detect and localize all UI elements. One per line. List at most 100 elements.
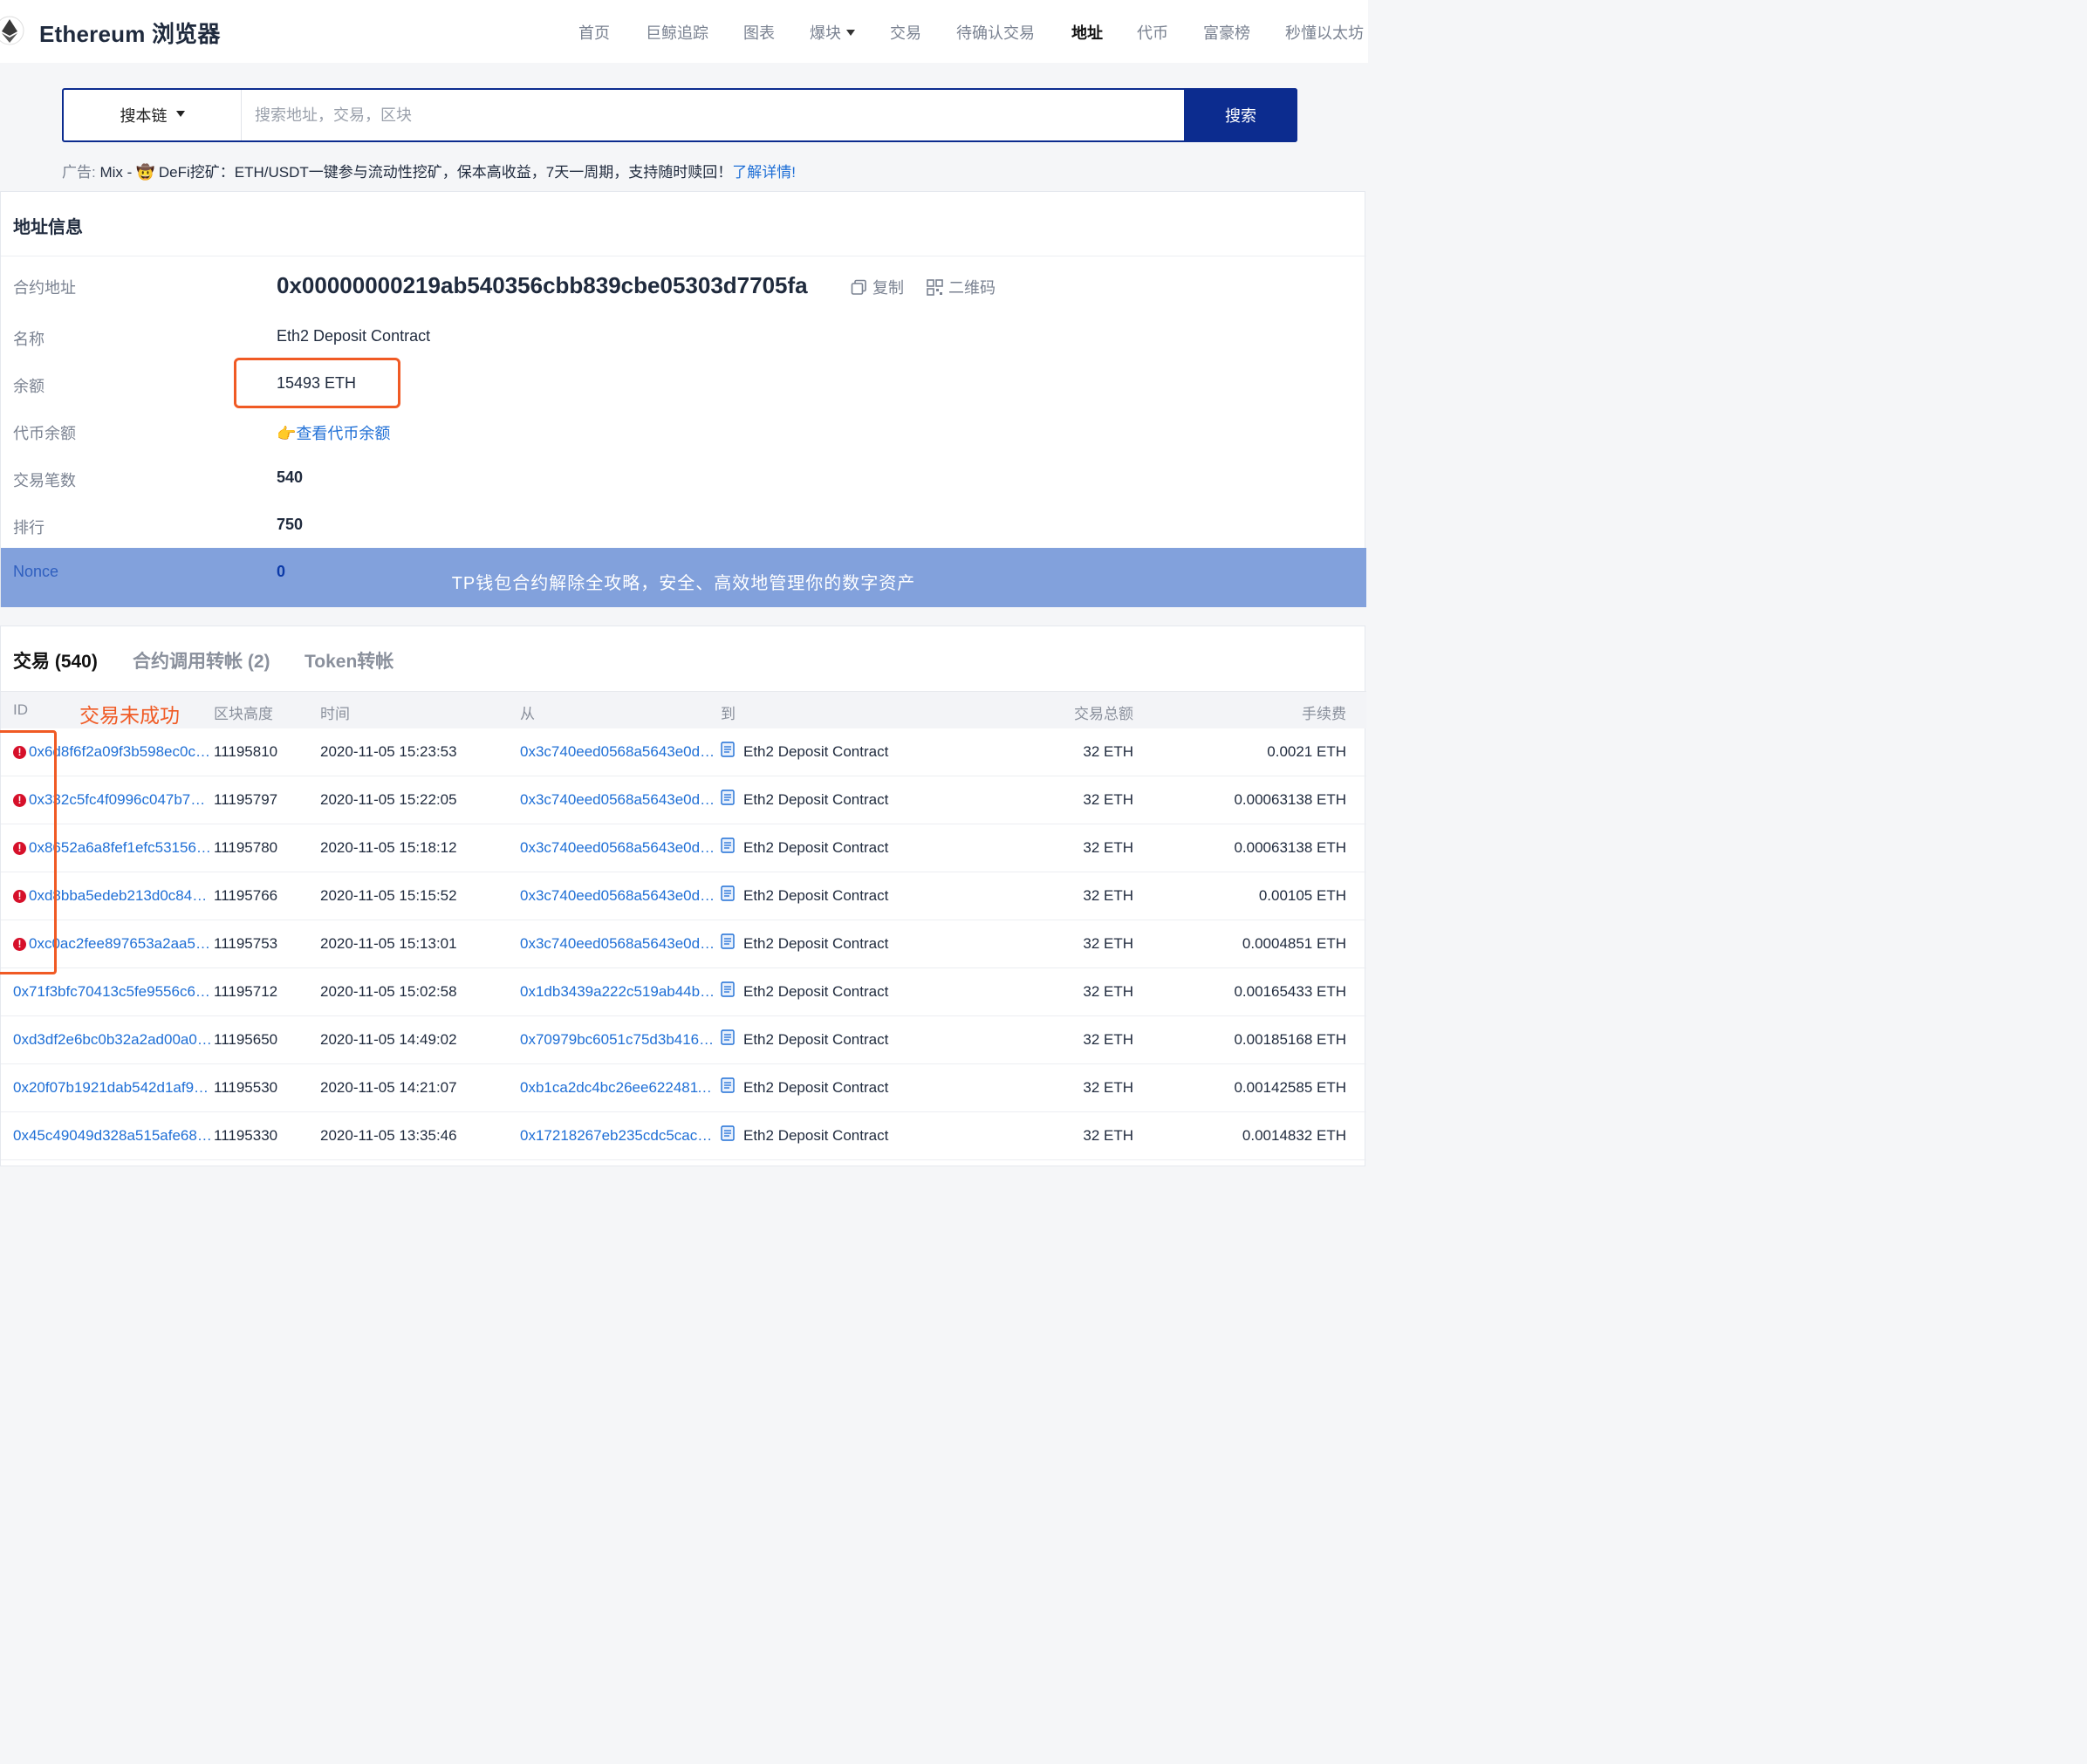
nav-item-blocks[interactable]: 爆块 (810, 21, 855, 44)
balance-label: 余额 (13, 378, 44, 395)
error-icon: ! (13, 842, 26, 855)
tx-time: 2020-11-05 13:35:46 (320, 1127, 457, 1144)
from-address-link[interactable]: 0x1db3439a222c519ab44bb… (520, 983, 719, 1001)
rank-value: 750 (277, 516, 304, 533)
tx-hash-text: 0xd3df2e6bc0b32a2ad00a0… (13, 1031, 212, 1048)
rank-label: 排行 (13, 519, 44, 537)
tx-hash-text: 0x332c5fc4f0996c047b7d… (29, 791, 212, 808)
tx-time: 2020-11-05 15:18:12 (320, 839, 457, 856)
tx-hash-link[interactable]: 0x45c49049d328a515afe68… (13, 1127, 212, 1145)
from-address-link[interactable]: 0x3c740eed0568a5643e0dd… (520, 743, 719, 761)
from-address-link[interactable]: 0x3c740eed0568a5643e0dd… (520, 791, 719, 809)
column-header-to: 到 (721, 706, 736, 722)
nav-item-address[interactable]: 地址 (1071, 21, 1103, 44)
table-row: ! 0x6d8f6f2a09f3b598ec0c… 11195810 2020-11-… (1, 728, 1366, 776)
block-height: 11195753 (214, 935, 278, 952)
to-contract-name: Eth2 Deposit Contract (743, 743, 889, 760)
from-address-link[interactable]: 0x3c740eed0568a5643e0dd… (520, 839, 719, 857)
nav-item-learn-ethereum[interactable]: 秒懂以太坊 (1285, 21, 1364, 44)
table-row: ! 0xc0ac2fee897653a2aa5… 11195753 2020-11-0… (1, 920, 1366, 968)
to-contract-name: Eth2 Deposit Contract (743, 839, 889, 856)
tx-hash-link[interactable]: 0x20f07b1921dab542d1af9… (13, 1079, 212, 1097)
table-row: 0x45c49049d328a515afe68… 11195330 2020-11-… (1, 1112, 1366, 1160)
from-address-link[interactable]: 0x3c740eed0568a5643e0dd… (520, 887, 719, 905)
tx-time: 2020-11-05 15:15:52 (320, 887, 457, 904)
tx-hash-text: 0x71f3bfc70413c5fe9556c6… (13, 983, 210, 1000)
copy-button[interactable]: 复制 (851, 276, 904, 298)
block-height: 11195766 (214, 887, 278, 904)
token-balance-label: 代币余额 (13, 425, 76, 442)
from-address-link[interactable]: 0x17218267eb235cdc5cacd… (520, 1127, 719, 1145)
nav-item-whale-tracking[interactable]: 巨鲸追踪 (646, 21, 708, 44)
from-address-link[interactable]: 0x70979bc6051c75d3b4162… (520, 1031, 719, 1049)
to-contract-name: Eth2 Deposit Contract (743, 983, 889, 1000)
search-bar: 搜本链 搜索 (62, 88, 1297, 142)
to-contract-name: Eth2 Deposit Contract (743, 935, 889, 952)
block-height: 11195530 (214, 1079, 278, 1096)
ad-text: Mix - 🤠 DeFi挖矿：ETH/USDT一键参与流动性挖矿，保本高收益，7… (95, 164, 733, 181)
nav-item-home[interactable]: 首页 (578, 21, 610, 44)
promo-banner[interactable]: Nonce 0 TP钱包合约解除全攻略，安全、高效地管理你的数字资产 (1, 548, 1366, 607)
tx-amount: 32 ETH (1083, 743, 1133, 760)
tx-hash-link[interactable]: 0xd3df2e6bc0b32a2ad00a0… (13, 1031, 212, 1049)
from-address-link[interactable]: 0x3c740eed0568a5643e0dd… (520, 935, 719, 953)
tx-amount: 32 ETH (1083, 839, 1133, 856)
table-row: ! 0xd8bba5edeb213d0c843… 11195766 2020-11-0… (1, 872, 1366, 920)
to-contract-name: Eth2 Deposit Contract (743, 1079, 889, 1096)
error-icon: ! (13, 938, 26, 951)
tx-hash-link[interactable]: ! 0xc0ac2fee897653a2aa5… (13, 935, 212, 953)
banner-text: TP钱包合约解除全攻略，安全、高效地管理你的数字资产 (451, 574, 916, 593)
from-address-link[interactable]: 0xb1ca2dc4bc26ee6224811… (520, 1079, 719, 1097)
column-header-block: 区块高度 (214, 706, 273, 722)
tab-contract-internal-transfers[interactable]: 合约调用转帐 (2) (133, 647, 270, 673)
tx-time: 2020-11-05 15:22:05 (320, 791, 457, 808)
error-icon: ! (13, 746, 26, 759)
to-contract-name: Eth2 Deposit Contract (743, 1127, 889, 1144)
contract-doc-icon (720, 1029, 736, 1050)
tx-hash-link[interactable]: ! 0x8652a6a8fef1efc53156… (13, 839, 212, 857)
tx-time: 2020-11-05 14:21:07 (320, 1079, 457, 1096)
tx-fee: 0.00165433 ETH (1234, 983, 1346, 1000)
copy-label: 复制 (872, 279, 904, 297)
qrcode-button[interactable]: 二维码 (927, 276, 996, 298)
main-nav: 首页 巨鲸追踪 图表 爆块 交易 待确认交易 地址 代币 富豪榜 秒懂以太坊 (0, 21, 1368, 42)
tx-amount: 32 ETH (1083, 983, 1133, 1000)
block-height: 11195810 (214, 743, 278, 760)
tab-token-transfers[interactable]: Token转帐 (304, 647, 393, 673)
tx-hash-text: 0x20f07b1921dab542d1af9… (13, 1079, 209, 1096)
tx-time: 2020-11-05 15:23:53 (320, 743, 457, 760)
tx-fee: 0.00063138 ETH (1234, 839, 1346, 856)
tx-amount: 32 ETH (1083, 935, 1133, 952)
tx-time: 2020-11-05 15:02:58 (320, 983, 457, 1000)
address-info-title: 地址信息 (13, 218, 83, 237)
search-button[interactable]: 搜索 (1184, 88, 1297, 142)
nav-item-charts[interactable]: 图表 (743, 21, 775, 44)
tx-fee: 0.0021 ETH (1267, 743, 1346, 760)
qrcode-label: 二维码 (948, 279, 996, 297)
tx-hash-text: 0xd8bba5edeb213d0c843… (29, 887, 212, 904)
search-input[interactable] (243, 90, 1185, 140)
tx-time: 2020-11-05 14:49:02 (320, 1031, 457, 1048)
caret-down-icon (175, 110, 185, 117)
block-height: 11195330 (214, 1127, 278, 1144)
search-scope-dropdown[interactable]: 搜本链 (64, 90, 242, 140)
view-token-balance-link[interactable]: 👉查看代币余额 (277, 421, 390, 444)
nav-item-rich-list[interactable]: 富豪榜 (1203, 21, 1250, 44)
table-header: ID 交易未成功 区块高度 时间 从 到 交易总额 手续费 (1, 692, 1366, 728)
tx-hash-link[interactable]: ! 0xd8bba5edeb213d0c843… (13, 887, 212, 905)
ad-learn-more-link[interactable]: 了解详情! (732, 164, 796, 181)
nav-item-pending-transactions[interactable]: 待确认交易 (956, 21, 1035, 44)
contract-doc-icon (720, 885, 736, 906)
top-bar: Ethereum 浏览器 首页 巨鲸追踪 图表 爆块 交易 待确认交易 地址 代… (0, 0, 1368, 63)
tx-hash-link[interactable]: ! 0x332c5fc4f0996c047b7d… (13, 791, 212, 809)
nav-item-transactions[interactable]: 交易 (890, 21, 921, 44)
tx-amount: 32 ETH (1083, 1079, 1133, 1096)
column-header-from: 从 (520, 706, 535, 722)
tx-hash-link[interactable]: 0x71f3bfc70413c5fe9556c6… (13, 983, 212, 1001)
contract-doc-icon (720, 981, 736, 1002)
nav-item-tokens[interactable]: 代币 (1137, 21, 1168, 44)
tx-fee: 0.00185168 ETH (1234, 1031, 1346, 1048)
tab-transactions[interactable]: 交易 (540) (13, 647, 98, 673)
tx-hash-link[interactable]: ! 0x6d8f6f2a09f3b598ec0c… (13, 743, 212, 761)
tx-hash-text: 0x8652a6a8fef1efc53156… (29, 839, 211, 856)
